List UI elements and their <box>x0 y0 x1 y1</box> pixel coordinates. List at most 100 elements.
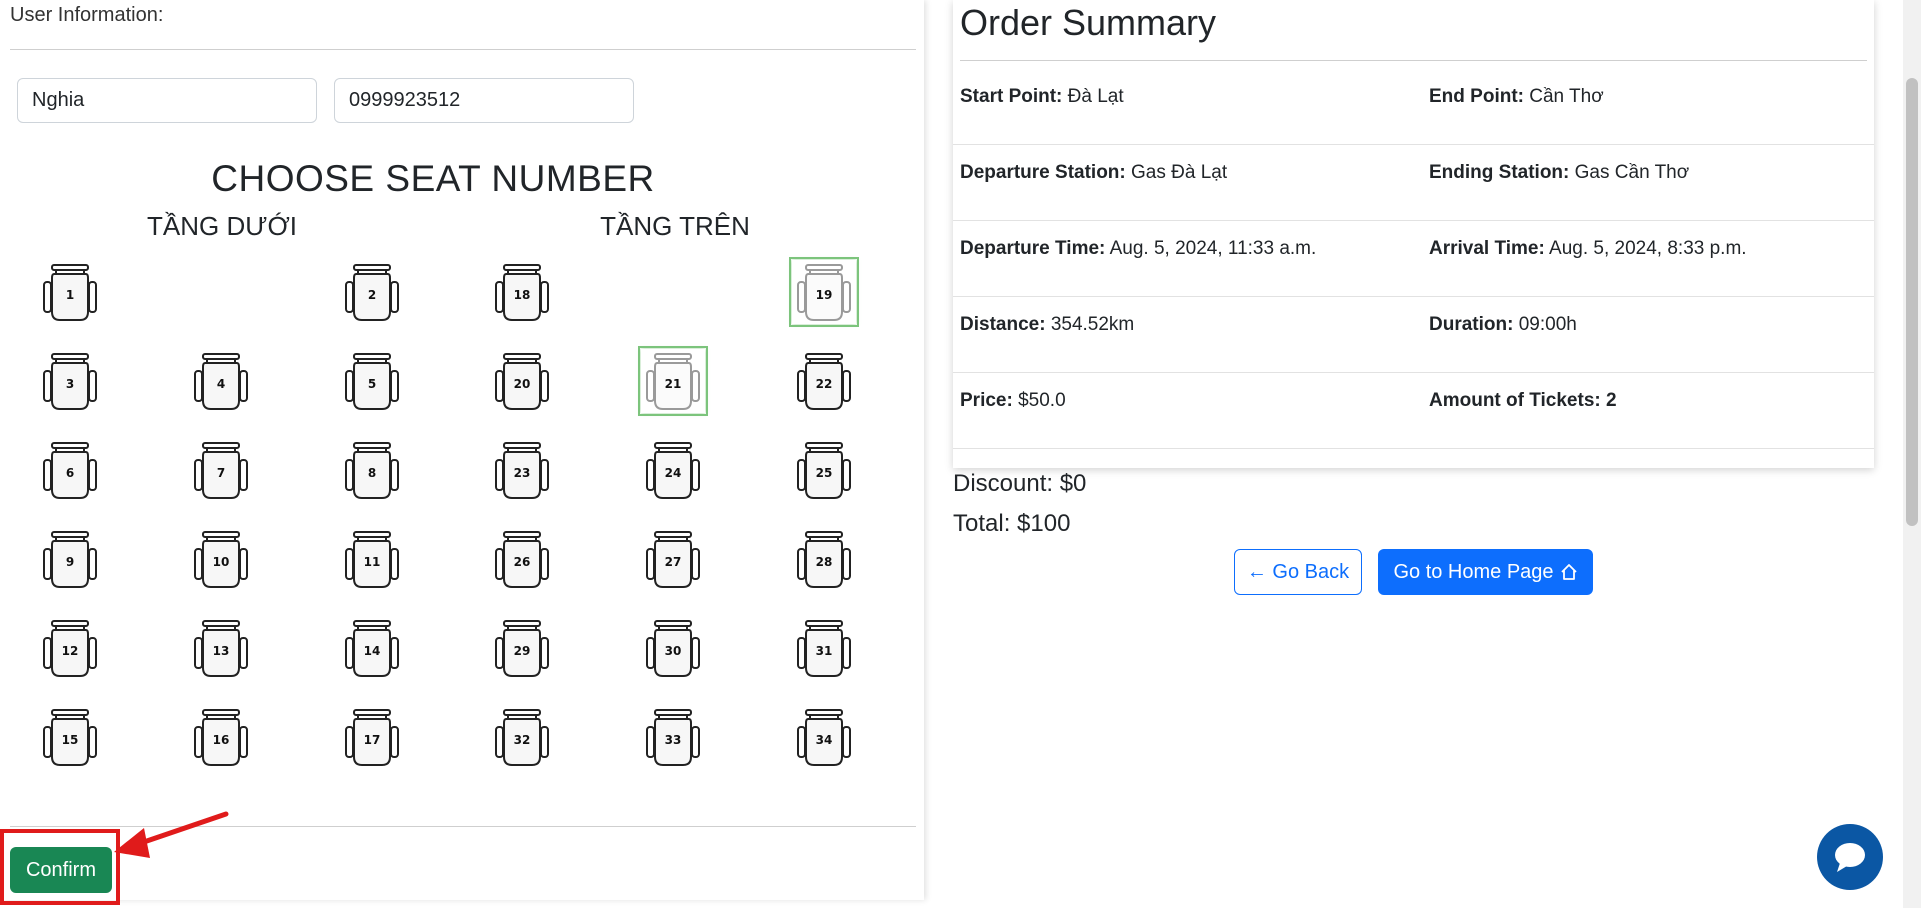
seat-10[interactable]: 10 <box>189 527 253 591</box>
seat-number: 31 <box>815 644 833 658</box>
seat-number: 11 <box>363 555 381 569</box>
lower-deck-label: TẦNG DƯỚI <box>147 211 297 241</box>
seat-15[interactable]: 15 <box>38 705 102 769</box>
seat-number: 13 <box>212 644 230 658</box>
seat-14[interactable]: 14 <box>340 616 404 680</box>
discount-text: Discount: $0 <box>953 470 1087 497</box>
tickets-field: Amount of Tickets: 2 <box>1429 390 1617 411</box>
seat-22[interactable]: 22 <box>792 349 856 413</box>
seat-number: 18 <box>513 288 531 302</box>
seat-26[interactable]: 26 <box>490 527 554 591</box>
seat-number: 17 <box>363 733 381 747</box>
seat-3[interactable]: 3 <box>38 349 102 413</box>
home-button[interactable]: Go to Home Page <box>1378 549 1593 595</box>
divider <box>953 220 1874 221</box>
seat-number: 7 <box>216 466 226 480</box>
seat-number: 6 <box>65 466 75 480</box>
seat-number: 28 <box>815 555 833 569</box>
seat-number: 9 <box>65 555 75 569</box>
ending-station-field: Ending Station: Gas Cần Thơ <box>1429 162 1690 183</box>
seat-number: 4 <box>216 377 226 391</box>
phone-input[interactable] <box>334 78 634 123</box>
seat-8[interactable]: 8 <box>340 438 404 502</box>
seat-number: 30 <box>664 644 682 658</box>
seat-title: CHOOSE SEAT NUMBER <box>211 158 655 199</box>
seat-number: 29 <box>513 644 531 658</box>
order-summary-card: Order Summary Start Point: Đà Lạt End Po… <box>953 0 1874 468</box>
go-back-button[interactable]: ← Go Back <box>1234 549 1362 595</box>
upper-deck-label: TẦNG TRÊN <box>600 211 750 241</box>
seat-number: 8 <box>367 466 377 480</box>
seat-12[interactable]: 12 <box>38 616 102 680</box>
seat-30[interactable]: 30 <box>641 616 705 680</box>
seat-18[interactable]: 18 <box>490 260 554 324</box>
divider <box>953 144 1874 145</box>
seat-27[interactable]: 27 <box>641 527 705 591</box>
confirm-button[interactable]: Confirm <box>10 847 112 893</box>
scrollbar-thumb[interactable] <box>1906 78 1918 526</box>
seat-number: 15 <box>61 733 79 747</box>
seat-number: 21 <box>664 377 682 391</box>
seat-20[interactable]: 20 <box>490 349 554 413</box>
seat-number: 14 <box>363 644 381 658</box>
duration-field: Duration: 09:00h <box>1429 314 1577 335</box>
departure-time-field: Departure Time: Aug. 5, 2024, 11:33 a.m. <box>960 238 1317 259</box>
seat-34[interactable]: 34 <box>792 705 856 769</box>
seat-number: 12 <box>61 644 79 658</box>
seat-number: 22 <box>815 377 833 391</box>
name-input[interactable] <box>17 78 317 123</box>
user-info-label: User Information: <box>10 4 164 26</box>
seat-33[interactable]: 33 <box>641 705 705 769</box>
start-point-field: Start Point: Đà Lạt <box>960 86 1124 107</box>
seat-21[interactable]: 21 <box>638 346 708 416</box>
seat-2[interactable]: 2 <box>340 260 404 324</box>
seat-number: 26 <box>513 555 531 569</box>
home-icon <box>1560 564 1577 580</box>
seat-29[interactable]: 29 <box>490 616 554 680</box>
seat-number: 5 <box>367 377 377 391</box>
end-point-field: End Point: Cần Thơ <box>1429 86 1604 107</box>
seat-25[interactable]: 25 <box>792 438 856 502</box>
seat-number: 25 <box>815 466 833 480</box>
seat-24[interactable]: 24 <box>641 438 705 502</box>
seat-number: 33 <box>664 733 682 747</box>
seat-16[interactable]: 16 <box>189 705 253 769</box>
seat-number: 24 <box>664 466 682 480</box>
divider <box>953 448 1874 449</box>
chat-bubble-icon <box>1835 843 1865 872</box>
seat-number: 3 <box>65 377 75 391</box>
chat-button[interactable] <box>1817 824 1883 890</box>
seat-5[interactable]: 5 <box>340 349 404 413</box>
seat-4[interactable]: 4 <box>189 349 253 413</box>
seat-number: 1 <box>65 288 75 302</box>
divider <box>10 49 916 50</box>
seat-number: 34 <box>815 733 833 747</box>
seat-19[interactable]: 19 <box>789 257 859 327</box>
red-arrow-icon <box>114 811 229 858</box>
seat-17[interactable]: 17 <box>340 705 404 769</box>
seat-31[interactable]: 31 <box>792 616 856 680</box>
seat-13[interactable]: 13 <box>189 616 253 680</box>
seat-7[interactable]: 7 <box>189 438 253 502</box>
total-text: Total: $100 <box>953 510 1071 537</box>
seat-number: 23 <box>513 466 531 480</box>
divider <box>953 372 1874 373</box>
seat-number: 32 <box>513 733 531 747</box>
arrival-time-field: Arrival Time: Aug. 5, 2024, 8:33 p.m. <box>1429 238 1747 259</box>
seat-number: 16 <box>212 733 230 747</box>
seat-selection-panel: User Information: CHOOSE SEAT NUMBER TẦN… <box>0 0 924 905</box>
seat-number: 10 <box>212 555 230 569</box>
seat-1[interactable]: 1 <box>38 260 102 324</box>
seat-11[interactable]: 11 <box>340 527 404 591</box>
seat-23[interactable]: 23 <box>490 438 554 502</box>
distance-field: Distance: 354.52km <box>960 314 1135 335</box>
home-button-label: Go to Home Page <box>1393 560 1554 583</box>
seat-number: 19 <box>815 288 833 302</box>
seat-9[interactable]: 9 <box>38 527 102 591</box>
seat-number: 20 <box>513 377 531 391</box>
seat-6[interactable]: 6 <box>38 438 102 502</box>
seat-28[interactable]: 28 <box>792 527 856 591</box>
seat-32[interactable]: 32 <box>490 705 554 769</box>
departure-station-field: Departure Station: Gas Đà Lạt <box>960 162 1228 183</box>
divider <box>953 296 1874 297</box>
